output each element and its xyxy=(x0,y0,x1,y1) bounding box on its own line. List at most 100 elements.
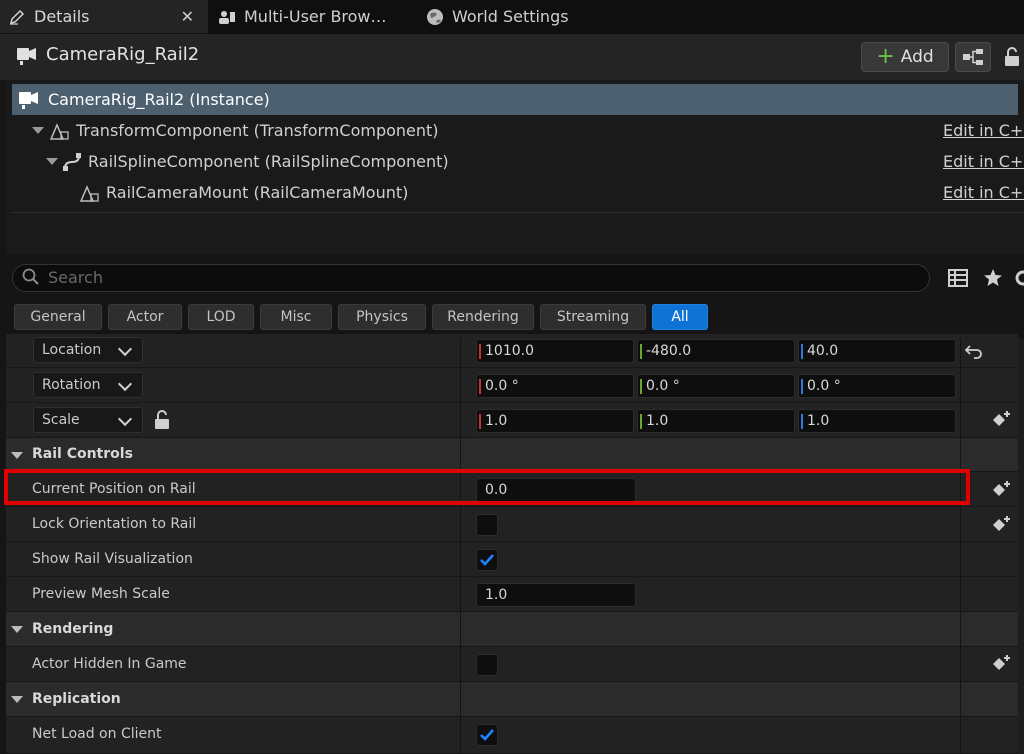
blueprint-button[interactable] xyxy=(955,42,991,72)
category-rail-controls[interactable] xyxy=(6,438,1018,472)
tree-item-root[interactable]: CameraRig_Rail2 (Instance) xyxy=(12,84,1018,115)
show-rail-checkbox[interactable] xyxy=(476,549,498,571)
scale-dropdown[interactable]: Scale xyxy=(33,407,143,433)
tab-world-settings[interactable]: World Settings xyxy=(418,0,618,33)
rotation-label: Rotation xyxy=(42,377,101,393)
y-axis-marker xyxy=(640,344,642,359)
checkmark-icon xyxy=(480,729,494,741)
reset-arrow-icon[interactable] xyxy=(965,343,983,359)
scene-component-icon xyxy=(79,184,99,202)
category-rendering[interactable] xyxy=(6,612,1018,647)
preview-scale-field[interactable]: 1.0 xyxy=(476,583,636,607)
category-replication[interactable] xyxy=(6,682,1018,717)
collapse-arrow-icon[interactable] xyxy=(11,696,23,703)
property-label: Actor Hidden In Game xyxy=(32,656,187,672)
location-label: Location xyxy=(42,342,102,358)
lock-open-icon[interactable] xyxy=(1003,46,1021,68)
filter-physics[interactable]: Physics xyxy=(338,304,426,330)
add-component-button[interactable]: + Add xyxy=(861,42,949,72)
scale-x-value: 1.0 xyxy=(485,413,508,429)
gear-icon[interactable] xyxy=(1013,268,1024,288)
users-icon xyxy=(219,10,235,24)
add-keyframe-icon[interactable] xyxy=(991,480,1011,500)
plus-icon: + xyxy=(876,44,895,69)
tree-item-label: RailSplineComponent (RailSplineComponent… xyxy=(88,152,449,171)
location-y-value: -480.0 xyxy=(646,343,692,359)
location-z-field[interactable]: 40.0 xyxy=(798,339,956,363)
rotation-x-value: 0.0 ° xyxy=(485,378,519,394)
location-dropdown[interactable]: Location xyxy=(33,337,143,363)
edit-in-cpp-link[interactable]: Edit in C++ xyxy=(943,152,1024,171)
search-icon xyxy=(22,268,39,285)
actor-name: CameraRig_Rail2 xyxy=(46,44,200,65)
filter-misc[interactable]: Misc xyxy=(260,304,332,330)
location-x-value: 1010.0 xyxy=(485,343,534,359)
x-axis-marker xyxy=(479,379,481,394)
column-divider xyxy=(960,338,961,754)
scale-x-field[interactable]: 1.0 xyxy=(476,409,634,433)
globe-icon xyxy=(427,8,443,25)
tab-details[interactable]: Details ✕ xyxy=(0,0,208,33)
table-view-icon[interactable] xyxy=(948,269,968,287)
rotation-x-field[interactable]: 0.0 ° xyxy=(476,374,634,398)
property-label: Lock Orientation to Rail xyxy=(32,516,197,532)
highlight-box xyxy=(4,469,970,505)
property-label: Show Rail Visualization xyxy=(32,551,193,567)
preview-scale-value: 1.0 xyxy=(485,587,508,603)
rotation-dropdown[interactable]: Rotation xyxy=(33,372,143,398)
net-load-checkbox[interactable] xyxy=(476,724,498,746)
filter-lod[interactable]: LOD xyxy=(188,304,254,330)
rotation-z-field[interactable]: 0.0 ° xyxy=(798,374,956,398)
add-keyframe-icon[interactable] xyxy=(991,654,1011,674)
collapse-arrow-icon[interactable] xyxy=(11,626,23,633)
column-divider xyxy=(460,338,461,754)
scale-z-value: 1.0 xyxy=(807,413,830,429)
tab-world-settings-label: World Settings xyxy=(452,7,569,26)
blueprint-icon xyxy=(963,49,983,65)
add-keyframe-icon[interactable] xyxy=(991,515,1011,535)
tab-multi-user-browser[interactable]: Multi-User Brow… xyxy=(210,0,414,33)
actor-icon xyxy=(19,91,38,109)
tree-item-rail-camera-mount[interactable]: RailCameraMount (RailCameraMount) xyxy=(78,177,408,208)
filter-rendering[interactable]: Rendering xyxy=(432,304,534,330)
lock-open-icon[interactable] xyxy=(153,410,171,430)
chevron-down-icon xyxy=(117,376,133,392)
rotation-y-field[interactable]: 0.0 ° xyxy=(637,374,795,398)
scene-component-icon xyxy=(49,122,69,140)
y-axis-marker xyxy=(640,414,642,429)
location-x-field[interactable]: 1010.0 xyxy=(476,339,634,363)
y-axis-marker xyxy=(640,379,642,394)
property-label: Preview Mesh Scale xyxy=(32,586,170,602)
add-keyframe-icon[interactable] xyxy=(991,410,1011,430)
collapse-arrow-icon[interactable] xyxy=(11,452,23,459)
location-z-value: 40.0 xyxy=(807,343,839,359)
close-icon[interactable]: ✕ xyxy=(181,7,194,26)
filter-streaming[interactable]: Streaming xyxy=(540,304,646,330)
expand-arrow-icon[interactable] xyxy=(46,158,58,165)
actor-hidden-checkbox[interactable] xyxy=(476,654,498,676)
filter-general[interactable]: General xyxy=(14,304,102,330)
actor-icon xyxy=(17,48,36,65)
tree-item-transform[interactable]: TransformComponent (TransformComponent) xyxy=(32,115,439,146)
tree-item-rail-spline[interactable]: RailSplineComponent (RailSplineComponent… xyxy=(46,146,449,177)
spline-icon xyxy=(63,152,81,171)
rotation-z-value: 0.0 ° xyxy=(807,378,841,394)
location-y-field[interactable]: -480.0 xyxy=(637,339,795,363)
search-input[interactable] xyxy=(12,264,930,292)
tab-details-label: Details xyxy=(34,7,90,26)
scale-z-field[interactable]: 1.0 xyxy=(798,409,956,433)
filter-all[interactable]: All xyxy=(652,304,708,330)
expand-arrow-icon[interactable] xyxy=(32,127,44,134)
scale-y-field[interactable]: 1.0 xyxy=(637,409,795,433)
add-label: Add xyxy=(900,47,934,67)
edit-in-cpp-link[interactable]: Edit in C++ xyxy=(943,121,1024,140)
star-icon[interactable] xyxy=(983,268,1003,288)
scrollbar[interactable] xyxy=(1018,338,1024,754)
filter-actor[interactable]: Actor xyxy=(108,304,182,330)
tab-multi-user-label: Multi-User Brow… xyxy=(244,7,387,26)
category-label: Rendering xyxy=(32,621,114,637)
tree-item-label: TransformComponent (TransformComponent) xyxy=(76,121,439,140)
z-axis-marker xyxy=(801,414,803,429)
lock-orientation-checkbox[interactable] xyxy=(476,514,498,536)
edit-in-cpp-link[interactable]: Edit in C++ xyxy=(943,183,1024,202)
